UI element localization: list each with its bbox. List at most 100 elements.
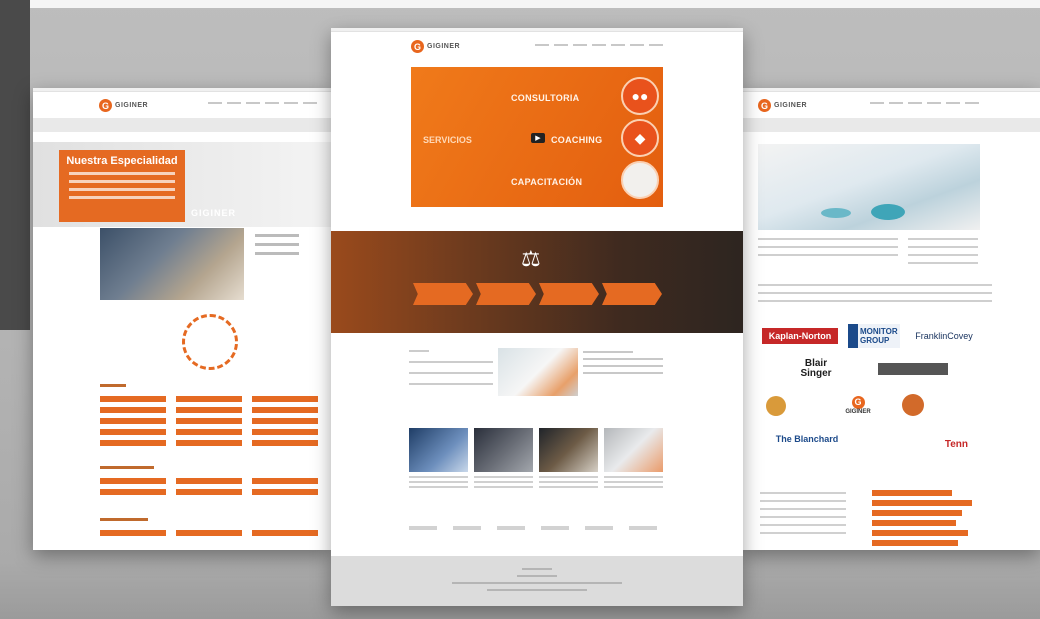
tag-item[interactable]: [252, 407, 318, 413]
intro-text: [758, 238, 898, 262]
scale-icon: ⚖: [521, 246, 541, 271]
side-list-item[interactable]: [255, 252, 299, 255]
footer-links[interactable]: [760, 492, 846, 540]
nav-item[interactable]: [592, 44, 606, 46]
nav-item[interactable]: [946, 102, 960, 104]
nav-item[interactable]: [870, 102, 884, 104]
tag-item[interactable]: [100, 478, 166, 484]
logo[interactable]: G GIGINER: [758, 99, 807, 112]
tag-item[interactable]: [100, 429, 166, 435]
logo[interactable]: G GIGINER: [411, 40, 460, 53]
side-list-item[interactable]: [255, 234, 299, 237]
partner-logo-monitor: MONITOR GROUP: [848, 324, 900, 348]
orange-link[interactable]: [872, 530, 968, 536]
tag-item[interactable]: [100, 530, 166, 536]
orange-link[interactable]: [872, 520, 956, 526]
process-steps: [413, 283, 662, 305]
nav-item[interactable]: [649, 44, 663, 46]
partner-logo-singer-line: Singer: [800, 368, 832, 379]
hero-title: Nuestra Especialidad: [66, 155, 178, 167]
left-page-mockup: G GIGINER Nuestra Especialidad GIGINER: [33, 88, 331, 550]
background-top-strip: [0, 0, 1040, 8]
tag-item[interactable]: [100, 440, 166, 446]
orange-link[interactable]: [872, 490, 952, 496]
hero-text-line: [69, 172, 175, 175]
nav-item[interactable]: [208, 102, 222, 104]
orange-link[interactable]: [872, 540, 958, 546]
tag-item[interactable]: [100, 418, 166, 424]
play-icon[interactable]: ▶: [531, 133, 545, 143]
nav-item[interactable]: [303, 102, 317, 104]
hero-text-line: [69, 188, 175, 191]
tag-item[interactable]: [176, 418, 242, 424]
partner-logo-bar: [878, 363, 948, 375]
orange-link[interactable]: [872, 510, 962, 516]
nav-item[interactable]: [889, 102, 903, 104]
orange-link-list[interactable]: [872, 490, 972, 546]
tag-item[interactable]: [176, 396, 242, 402]
partner-logo-franklin-covey: FranklinCovey: [915, 331, 973, 341]
nav-menu[interactable]: [535, 44, 663, 46]
header: G GIGINER: [742, 92, 1040, 118]
nav-item[interactable]: [554, 44, 568, 46]
tag-item[interactable]: [176, 440, 242, 446]
news-thumbnail[interactable]: [539, 428, 598, 472]
tag-item[interactable]: [252, 478, 318, 484]
orange-link[interactable]: [872, 500, 972, 506]
tag-item[interactable]: [252, 418, 318, 424]
process-step: [413, 283, 473, 305]
tag-item[interactable]: [252, 530, 318, 536]
nav-item[interactable]: [535, 44, 549, 46]
news-captions: [409, 476, 663, 490]
tag-item[interactable]: [252, 396, 318, 402]
nav-menu[interactable]: [208, 102, 317, 104]
nav-item[interactable]: [908, 102, 922, 104]
nav-menu[interactable]: [870, 102, 979, 104]
service-consultoria[interactable]: CONSULTORIA: [511, 93, 579, 103]
tag-item[interactable]: [100, 407, 166, 413]
nav-item[interactable]: [927, 102, 941, 104]
nav-item[interactable]: [965, 102, 979, 104]
side-links[interactable]: [908, 238, 978, 270]
tag-item[interactable]: [176, 489, 242, 495]
services-label: SERVICIOS: [423, 135, 472, 145]
nav-item[interactable]: [611, 44, 625, 46]
tag-item[interactable]: [252, 429, 318, 435]
nav-item[interactable]: [630, 44, 644, 46]
nav-item[interactable]: [246, 102, 260, 104]
service-coaching[interactable]: COACHING: [551, 135, 602, 145]
news-thumbnail[interactable]: [474, 428, 533, 472]
tag-item[interactable]: [176, 478, 242, 484]
side-list-item[interactable]: [255, 243, 299, 246]
nav-item[interactable]: [227, 102, 241, 104]
partner-logo-tenn: Tenn: [868, 438, 968, 450]
featured-image: [498, 348, 578, 396]
partner-logo-blanchard: The Blanchard: [775, 434, 839, 444]
body-text: [758, 284, 992, 308]
news-thumbnail[interactable]: [604, 428, 663, 472]
side-list[interactable]: [255, 234, 299, 255]
tag-item[interactable]: [176, 429, 242, 435]
section-label: [100, 466, 154, 469]
partner-seal-icon: [766, 396, 786, 416]
logo-mark-icon: G: [411, 40, 424, 53]
partner-logo-giginer: G GIGINER: [838, 392, 878, 418]
nav-item[interactable]: [265, 102, 279, 104]
logo[interactable]: G GIGINER: [99, 99, 148, 112]
news-thumbnail[interactable]: [409, 428, 468, 472]
logo-mark-icon: G: [99, 99, 112, 112]
tag-item[interactable]: [176, 530, 242, 536]
center-sidebar-links[interactable]: [409, 350, 493, 394]
tag-item[interactable]: [100, 396, 166, 402]
service-capacitacion[interactable]: CAPACITACIÓN: [511, 177, 582, 187]
tag-item[interactable]: [252, 440, 318, 446]
tag-item[interactable]: [176, 407, 242, 413]
tag-item[interactable]: [252, 489, 318, 495]
nav-item[interactable]: [284, 102, 298, 104]
logo-text: GIGINER: [427, 43, 461, 50]
coaching-icon: ◆: [621, 119, 659, 157]
tag-item[interactable]: [100, 489, 166, 495]
page-title-bar: [742, 118, 1040, 132]
nav-item[interactable]: [573, 44, 587, 46]
tag-grid: [100, 478, 318, 495]
